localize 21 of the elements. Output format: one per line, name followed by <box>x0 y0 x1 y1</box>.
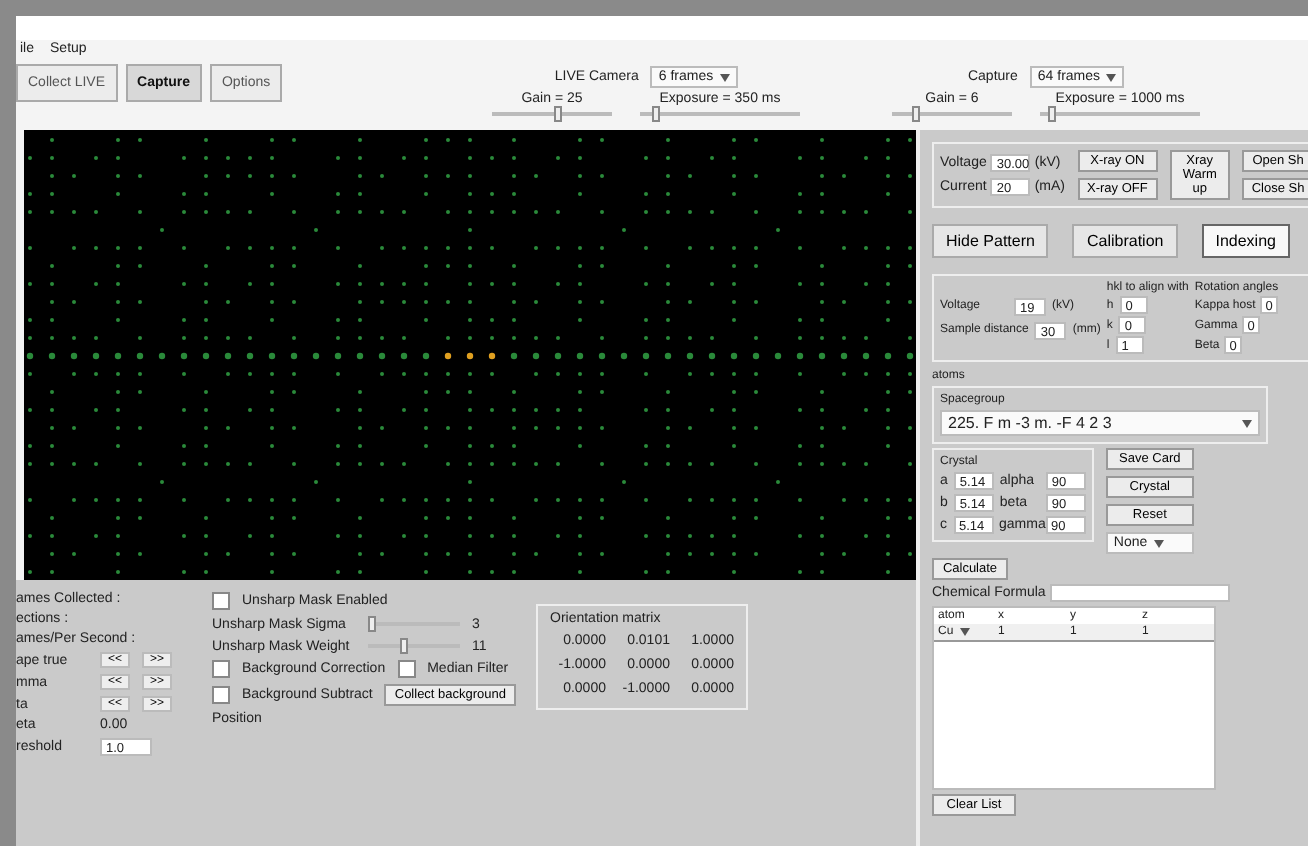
caret-icon <box>959 628 970 636</box>
checkbox[interactable] <box>212 592 230 610</box>
spacegroup-dropdown[interactable]: 225. F m -3 m. -F 4 2 3 <box>940 410 1260 436</box>
slider-thumb[interactable] <box>400 638 409 654</box>
caret-icon <box>1153 539 1164 547</box>
slider-thumb[interactable] <box>554 106 562 122</box>
formula-field[interactable] <box>1049 584 1230 602</box>
slider-thumb[interactable] <box>912 106 920 122</box>
slider-thumb[interactable] <box>368 616 377 632</box>
checkbox[interactable] <box>397 660 416 678</box>
caret-icon <box>1242 419 1252 427</box>
spacegroup-value: 225. F m -3 m. -F 4 2 3 <box>948 414 1112 432</box>
mode-button[interactable]: Calibration <box>1072 224 1178 258</box>
mode-button[interactable]: Indexing <box>1201 224 1290 258</box>
checkbox[interactable] <box>212 686 230 704</box>
mode-button[interactable]: Hide Pattern <box>932 224 1049 258</box>
caret-icon <box>719 73 730 81</box>
checkbox[interactable] <box>212 660 230 678</box>
caret-icon <box>1106 73 1117 81</box>
slider-thumb[interactable] <box>652 106 660 122</box>
slider-thumb[interactable] <box>1048 106 1057 122</box>
